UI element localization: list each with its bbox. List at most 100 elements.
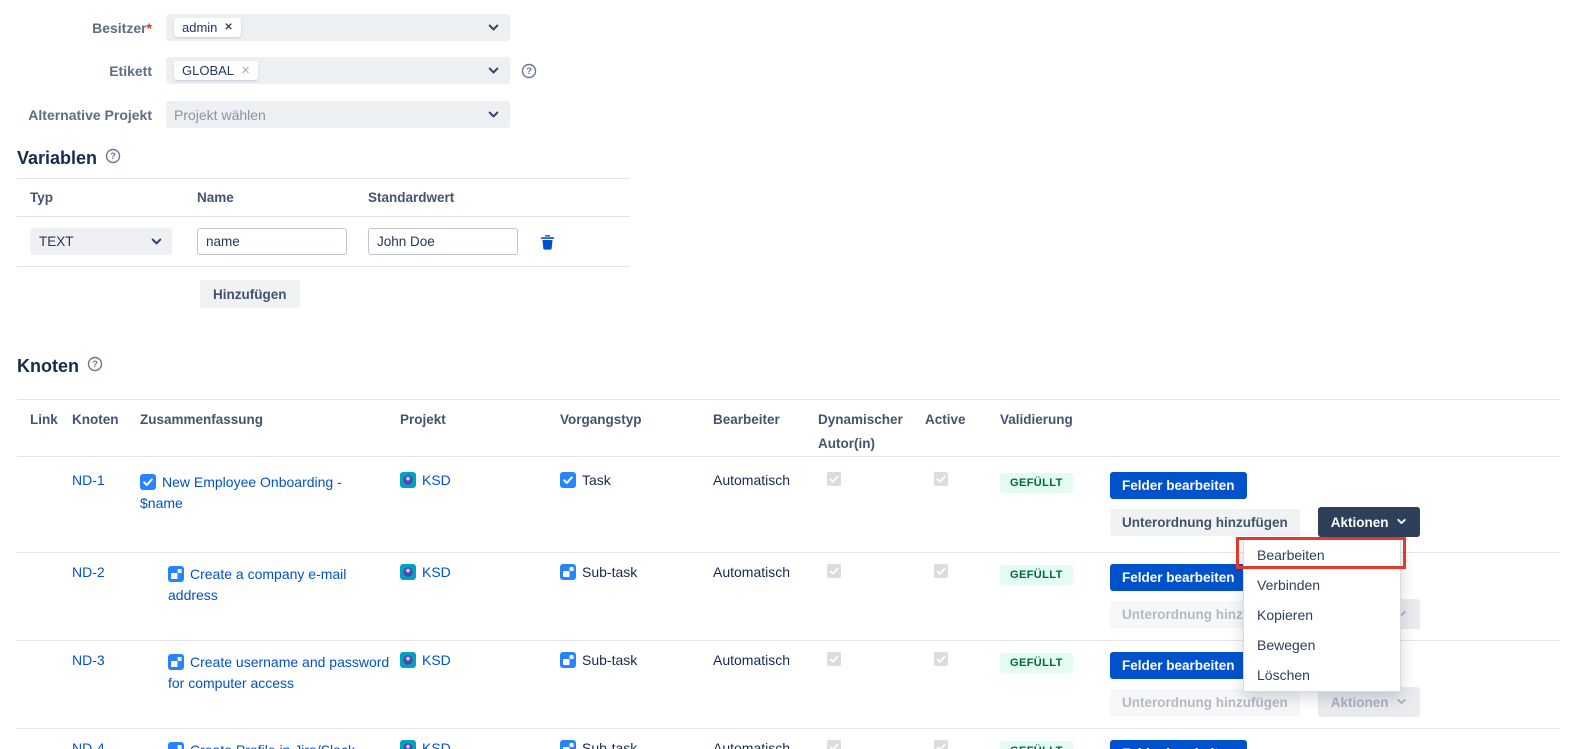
summary-cell: New Employee Onboarding - $name xyxy=(140,472,375,514)
summary-cell: Create Profile in Jira/Slack xyxy=(140,740,400,749)
alt-projekt-label: Alternative Projekt xyxy=(0,107,152,123)
variable-name-input[interactable] xyxy=(197,228,347,255)
menu-item-loeschen[interactable]: Löschen xyxy=(1244,660,1400,690)
issue-type-label: Sub-task xyxy=(582,740,637,749)
assignee-cell: Automatisch xyxy=(713,564,818,580)
validation-badge: GEFÜLLT xyxy=(1000,473,1073,493)
validation-badge: GEFÜLLT xyxy=(1000,653,1073,673)
edit-fields-button[interactable]: Felder bearbeiten xyxy=(1110,652,1247,679)
active-checkbox xyxy=(934,564,948,578)
alt-projekt-select[interactable]: Projekt wählen xyxy=(166,101,510,128)
variablen-header-row: Typ Name Standardwert xyxy=(17,179,630,216)
active-checkbox xyxy=(934,740,948,749)
knoten-title-text: Knoten xyxy=(17,355,79,377)
node-summary-link[interactable]: Create a company e-mail address xyxy=(168,566,346,603)
svg-text:?: ? xyxy=(92,359,98,370)
actions-button-label: Aktionen xyxy=(1331,695,1389,710)
col-header-validierung: Validierung xyxy=(1000,408,1110,432)
node-id-link[interactable]: ND-3 xyxy=(72,652,105,668)
issue-type-label: Task xyxy=(582,472,611,488)
chevron-down-icon xyxy=(487,108,500,124)
etikett-label: Etikett xyxy=(0,63,152,79)
svg-text:?: ? xyxy=(526,66,532,77)
delete-variable-button[interactable] xyxy=(540,234,555,250)
col-header-dynamischer-autor: Dynamischer Autor(in) xyxy=(818,408,925,456)
dynamic-author-checkbox xyxy=(827,740,841,749)
add-child-button[interactable]: Unterordnung hinzufügen xyxy=(1110,509,1300,536)
actions-button[interactable]: Aktionen xyxy=(1318,507,1421,537)
subtask-icon xyxy=(168,742,184,749)
chevron-down-icon xyxy=(1396,515,1407,530)
edit-fields-button[interactable]: Felder bearbeiten xyxy=(1110,740,1247,749)
etikett-select[interactable]: GLOBAL ✕ xyxy=(166,57,510,84)
dynamic-author-checkbox xyxy=(827,564,841,578)
project-link[interactable]: KSD xyxy=(422,472,451,488)
actions-dropdown-menu: Bearbeiten Verbinden Kopieren Bewegen Lö… xyxy=(1243,538,1401,692)
variablen-table: Typ Name Standardwert TEXT xyxy=(17,178,630,308)
project-link[interactable]: KSD xyxy=(422,564,451,580)
project-link[interactable]: KSD xyxy=(422,740,451,749)
menu-item-bearbeiten[interactable]: Bearbeiten xyxy=(1244,540,1400,570)
besitzer-tag-label: admin xyxy=(182,20,217,35)
col-header-name: Name xyxy=(197,190,368,205)
validation-badge: GEFÜLLT xyxy=(1000,565,1073,585)
chevron-down-icon xyxy=(1396,695,1407,710)
node-id-link[interactable]: ND-2 xyxy=(72,564,105,580)
add-variable-button[interactable]: Hinzufügen xyxy=(200,280,300,308)
col-header-projekt: Projekt xyxy=(400,408,560,432)
summary-cell: Create username and password for compute… xyxy=(140,652,400,694)
node-summary-link[interactable]: New Employee Onboarding - $name xyxy=(140,474,342,511)
help-icon[interactable]: ? xyxy=(105,147,121,169)
active-checkbox xyxy=(934,472,948,486)
node-summary-link[interactable]: Create username and password for compute… xyxy=(168,654,389,691)
typ-select[interactable]: TEXT xyxy=(30,228,172,255)
page: Besitzer* admin ✕ Etikett GLOBAL ✕ ? xyxy=(0,0,1576,749)
dynamic-author-checkbox xyxy=(827,652,841,666)
menu-item-kopieren[interactable]: Kopieren xyxy=(1244,600,1400,630)
col-header-bearbeiter: Bearbeiter xyxy=(713,408,818,432)
node-id-link[interactable]: ND-1 xyxy=(72,472,105,488)
project-avatar-icon xyxy=(400,472,416,488)
subtask-icon xyxy=(560,740,576,749)
col-header-zusammenfassung: Zusammenfassung xyxy=(140,408,400,432)
add-child-button[interactable]: Unterordnung hinzufügen xyxy=(1110,689,1300,716)
project-avatar-icon xyxy=(400,652,416,668)
help-icon[interactable]: ? xyxy=(521,63,537,79)
node-summary-link[interactable]: Create Profile in Jira/Slack xyxy=(190,742,355,749)
issue-type-label: Sub-task xyxy=(582,652,637,668)
summary-cell: Create a company e-mail address xyxy=(140,564,400,606)
assignee-cell: Automatisch xyxy=(713,652,818,668)
node-id-link[interactable]: ND-4 xyxy=(72,740,105,749)
assignee-cell: Automatisch xyxy=(713,740,818,749)
col-header-typ: Typ xyxy=(30,190,197,205)
edit-fields-button[interactable]: Felder bearbeiten xyxy=(1110,472,1247,499)
menu-item-bewegen[interactable]: Bewegen xyxy=(1244,630,1400,660)
actions-button-label: Aktionen xyxy=(1331,515,1389,530)
col-header-active: Active xyxy=(925,408,1000,432)
form-row-etikett: Etikett GLOBAL ✕ ? xyxy=(0,57,1576,84)
dynamic-author-checkbox xyxy=(827,472,841,486)
menu-item-verbinden[interactable]: Verbinden xyxy=(1244,570,1400,600)
besitzer-select[interactable]: admin ✕ xyxy=(166,14,510,41)
variable-default-input[interactable] xyxy=(368,228,518,255)
project-avatar-icon xyxy=(400,564,416,580)
besitzer-label-text: Besitzer xyxy=(92,20,146,36)
besitzer-label: Besitzer* xyxy=(0,20,152,36)
form-row-alt-projekt: Alternative Projekt Projekt wählen xyxy=(0,101,1576,128)
remove-tag-icon[interactable]: ✕ xyxy=(241,64,250,77)
col-header-standardwert: Standardwert xyxy=(368,190,630,205)
col-header-vorgangstyp: Vorgangstyp xyxy=(560,408,713,432)
etikett-tag: GLOBAL ✕ xyxy=(174,61,258,80)
knoten-title: Knoten ? xyxy=(17,355,1576,377)
remove-tag-icon[interactable]: ✕ xyxy=(224,22,232,33)
edit-fields-button[interactable]: Felder bearbeiten xyxy=(1110,564,1247,591)
chevron-down-icon xyxy=(487,21,500,37)
project-link[interactable]: KSD xyxy=(422,652,451,668)
help-icon[interactable]: ? xyxy=(87,355,103,377)
node-row: ND-4 Create Profile in Jira/Slack KSD Su… xyxy=(17,729,1560,749)
knoten-header-row: Link Knoten Zusammenfassung Projekt Vorg… xyxy=(17,399,1560,457)
trash-icon xyxy=(540,238,555,253)
alt-projekt-placeholder: Projekt wählen xyxy=(174,107,266,123)
chevron-down-icon xyxy=(487,64,500,80)
required-asterisk: * xyxy=(147,20,152,36)
